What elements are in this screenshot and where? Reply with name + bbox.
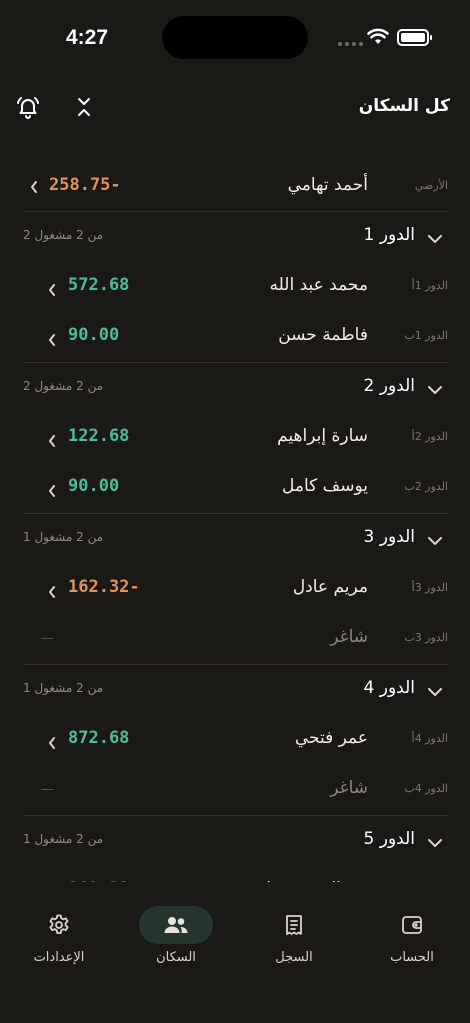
unit-row-vacant: الدور 4ب شاغر [23,765,448,815]
resident-name: فاطمة حسن [278,325,368,345]
resident-name: محمد عبد الله [269,275,368,295]
receipt-icon [249,913,339,937]
status-bar: 4:27 [0,0,470,70]
unit-row[interactable]: الدور 3أ مريم عادل 162.32- [23,564,448,614]
ground-floor-row[interactable]: الأرضي أحمد تهامي 258.75- [23,162,448,212]
unit-row[interactable]: الدور 4أ عمر فتحي 872.68 [23,715,448,765]
balance-amount: 572.68 [68,275,130,295]
occupancy-count: 1 من 2 مشغول [23,530,104,544]
resident-name: سارة إبراهيم [277,426,368,446]
chevron-down-icon [428,229,442,248]
occupancy-count: 1 من 2 مشغول [23,832,104,846]
tab-label: السجل [275,950,313,965]
floor-title: الدور 3 [363,527,415,547]
status-time: 4:27 [66,26,109,49]
occupancy-count: 2 من 2 مشغول [23,379,104,393]
tab-users[interactable]: السكان [131,906,221,976]
chevron-down-icon [428,833,442,852]
bell-ring-icon[interactable] [13,92,43,122]
chevron-down-icon [428,682,442,701]
unit-label: الدور 4أ [411,732,448,745]
floor-group: الدور 5 1 من 2 مشغول الدور 5أ نور الدين … [23,815,448,882]
wallet-icon [367,913,457,937]
balance-amount: 258.75- [49,175,121,195]
collapse-icon[interactable] [69,92,99,122]
floor-title: الدور 5 [363,829,415,849]
balance-amount: 90.00 [68,325,120,345]
floor-header[interactable]: الدور 4 1 من 2 مشغول [23,665,448,715]
floor-title: الدور 2 [363,376,415,396]
resident-name: مريم عادل [292,577,368,597]
floor-title: الدور 4 [363,678,415,698]
chevron-left-icon [31,181,37,193]
unit-label: الدور 4ب [404,782,448,795]
floor-header[interactable]: الدور 1 2 من 2 مشغول [23,212,448,262]
tab-label: السكان [156,950,196,965]
unit-row[interactable]: الدور 1ب فاطمة حسن 90.00 [23,312,448,362]
floor-header[interactable]: الدور 5 1 من 2 مشغول [23,816,448,866]
chevron-left-icon [48,583,56,602]
floor-group: الدور 2 2 من 2 مشغول الدور 2أ سارة إبراه… [23,362,448,513]
floors-container: الدور 1 2 من 2 مشغول الدور 1أ محمد عبد ا… [23,212,448,882]
tab-wallet[interactable]: الحساب [367,906,457,976]
empty-balance [41,638,53,639]
unit-label: الدور 1ب [404,329,448,342]
resident-name: أحمد تهامي [287,175,368,195]
occupancy-count: 1 من 2 مشغول [23,681,104,695]
gear-icon [14,913,104,937]
users-icon [131,913,221,937]
floor-group: الدور 4 1 من 2 مشغول الدور 4أ عمر فتحي 8… [23,664,448,815]
unit-row[interactable]: الدور 1أ محمد عبد الله 572.68 [23,262,448,312]
app-header: كل السكان [0,80,470,134]
unit-label: الدور 3ب [404,631,448,644]
floor-title: الدور 1 [363,225,415,245]
battery-icon [397,29,432,46]
tab-receipt[interactable]: السجل [249,906,339,976]
chevron-down-icon [428,531,442,550]
unit-row-vacant: الدور 3ب شاغر [23,614,448,664]
tab-gear[interactable]: الإعدادات [14,906,104,976]
resident-name: عمر فتحي [294,728,368,748]
dynamic-island [162,16,308,59]
unit-label: الدور 2ب [404,480,448,493]
chevron-left-icon [48,281,56,300]
balance-amount: 90.00 [68,476,120,496]
floor-group: الدور 1 2 من 2 مشغول الدور 1أ محمد عبد ا… [23,212,448,362]
floor-header[interactable]: الدور 2 2 من 2 مشغول [23,363,448,413]
unit-label: الأرضي [414,179,448,192]
vacant-label: شاغر [330,778,368,798]
unit-row[interactable]: الدور 2ب يوسف كامل 90.00 [23,463,448,513]
chevron-left-icon [48,331,56,350]
unit-label: الدور 3أ [411,581,448,594]
tab-label: الإعدادات [33,950,85,965]
unit-label: الدور 1أ [411,279,448,292]
signal-icon [338,42,363,46]
unit-label: الدور 2أ [411,430,448,443]
chevron-left-icon [48,734,56,753]
occupancy-count: 2 من 2 مشغول [23,228,104,242]
unit-row[interactable]: الدور 5أ نور الدين شعبان 162.32- [23,866,448,882]
page-title: كل السكان [358,96,450,116]
residents-list: الأرضي أحمد تهامي 258.75- الدور 1 2 من 2… [23,162,448,882]
chevron-down-icon [428,380,442,399]
chevron-left-icon [48,482,56,501]
balance-amount: 162.32- [68,577,140,597]
floor-header[interactable]: الدور 3 1 من 2 مشغول [23,514,448,564]
floor-group: الدور 3 1 من 2 مشغول الدور 3أ مريم عادل … [23,513,448,664]
wifi-icon [367,28,389,44]
balance-amount: 122.68 [68,426,130,446]
chevron-left-icon [48,432,56,451]
empty-balance [41,789,53,790]
resident-name: يوسف كامل [281,476,368,496]
balance-amount: 872.68 [68,728,130,748]
vacant-label: شاغر [330,627,368,647]
unit-row[interactable]: الدور 2أ سارة إبراهيم 122.68 [23,413,448,463]
tab-label: الحساب [390,950,434,965]
